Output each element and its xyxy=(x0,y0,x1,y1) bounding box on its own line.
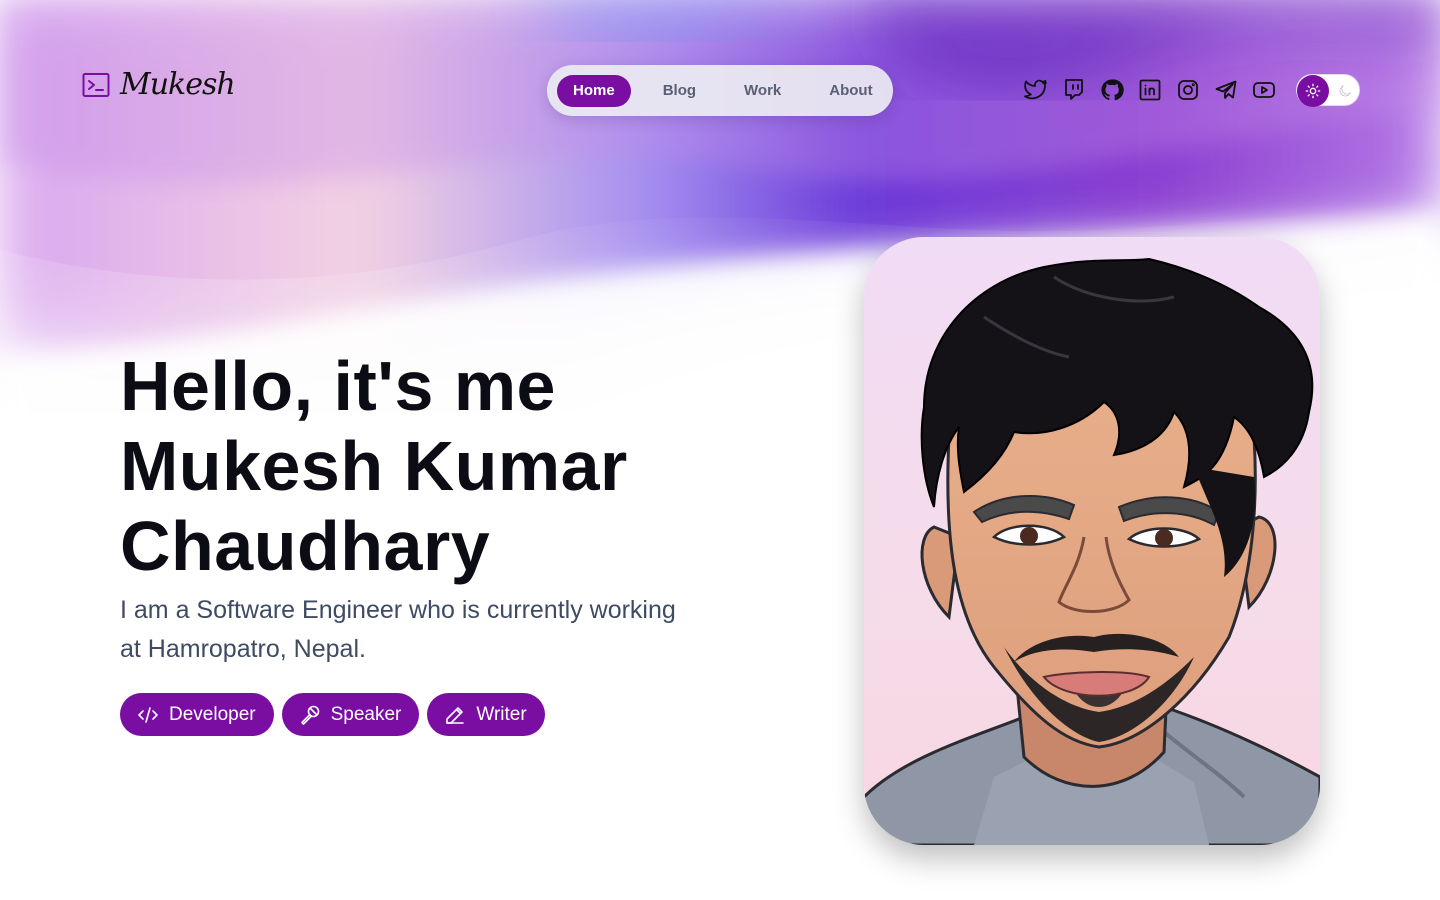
portrait-illustration xyxy=(864,257,1320,845)
twitch-icon xyxy=(1065,79,1083,100)
nav-item-work[interactable]: Work xyxy=(728,75,797,107)
theme-toggle[interactable] xyxy=(1296,74,1360,107)
github-icon xyxy=(1101,79,1124,101)
main-nav: Home Blog Work About xyxy=(547,65,893,116)
tag-label: Writer xyxy=(476,703,527,725)
twitch-link[interactable] xyxy=(1062,77,1086,103)
nav-item-about[interactable]: About xyxy=(813,75,888,107)
instagram-icon xyxy=(1178,80,1198,100)
tag-label: Speaker xyxy=(330,703,402,725)
tag-speaker[interactable]: Speaker xyxy=(281,693,420,736)
toggle-knob xyxy=(1297,75,1329,107)
twitter-icon xyxy=(1024,79,1047,100)
instagram-link[interactable] xyxy=(1176,77,1200,103)
terminal-icon xyxy=(82,73,110,97)
sun-icon xyxy=(1305,83,1321,99)
hero-title-line: Hello, it's me xyxy=(120,347,556,425)
linkedin-icon xyxy=(1139,79,1161,101)
role-tags: Developer Speaker Writer xyxy=(120,693,545,736)
social-links xyxy=(1024,77,1276,103)
tag-label: Developer xyxy=(169,703,256,725)
profile-portrait xyxy=(864,237,1320,845)
tag-writer[interactable]: Writer xyxy=(427,693,545,736)
nav-item-blog[interactable]: Blog xyxy=(647,75,712,107)
hero-title: Hello, it's me Mukesh Kumar Chaudhary xyxy=(120,346,760,586)
youtube-link[interactable] xyxy=(1252,77,1276,103)
moon-icon xyxy=(1339,85,1351,97)
microphone-icon xyxy=(300,705,319,725)
nav-item-home[interactable]: Home xyxy=(557,74,631,107)
pencil-icon xyxy=(446,706,465,724)
hero-title-line: Chaudhary xyxy=(120,507,491,585)
youtube-icon xyxy=(1253,82,1275,98)
site-header: Mukesh Home Blog Work About xyxy=(0,0,1440,180)
linkedin-link[interactable] xyxy=(1138,77,1162,103)
telegram-link[interactable] xyxy=(1214,77,1238,103)
hero-title-line: Mukesh Kumar xyxy=(120,427,628,505)
code-icon xyxy=(138,706,158,723)
tag-developer[interactable]: Developer xyxy=(120,693,274,736)
github-link[interactable] xyxy=(1100,77,1124,103)
twitter-link[interactable] xyxy=(1024,77,1048,103)
site-logo[interactable]: Mukesh xyxy=(82,67,236,102)
logo-signature: Mukesh xyxy=(120,67,236,102)
hero-subtitle: I am a Software Engineer who is currentl… xyxy=(120,596,676,663)
telegram-icon xyxy=(1215,80,1237,99)
